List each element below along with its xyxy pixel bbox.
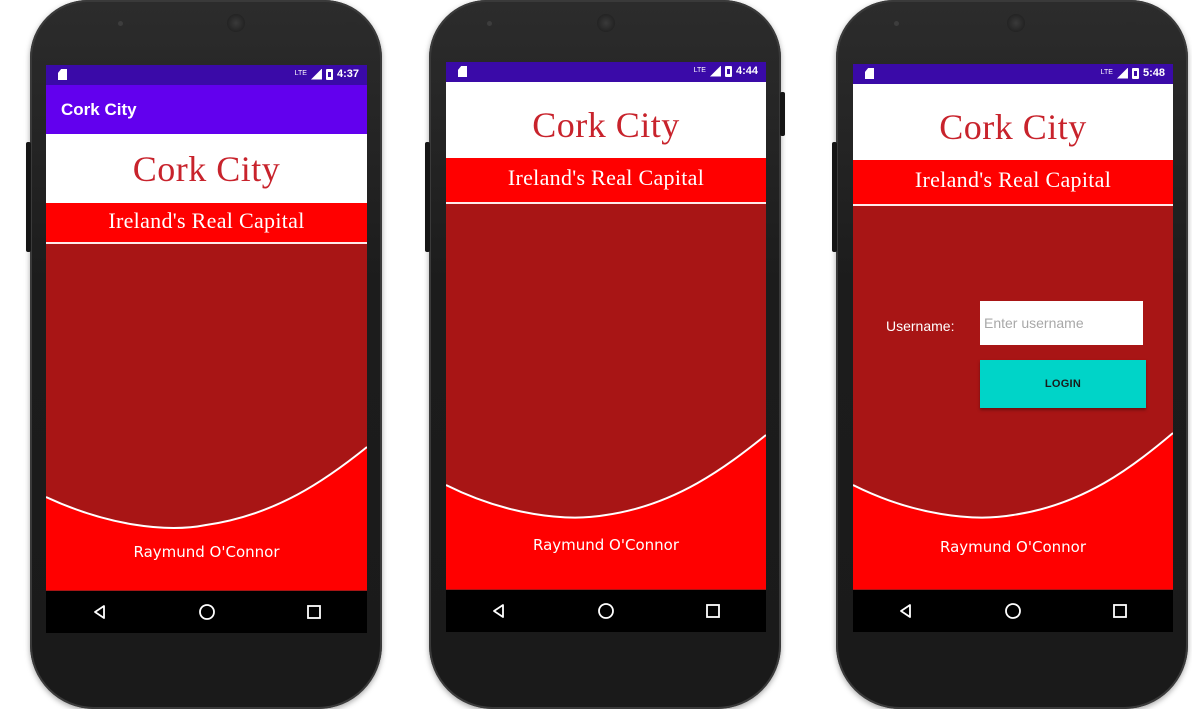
proximity-sensor bbox=[346, 22, 356, 25]
nav-bar bbox=[853, 590, 1173, 632]
recents-icon[interactable] bbox=[698, 596, 728, 626]
earpiece-speaker bbox=[597, 14, 615, 32]
status-time: 4:37 bbox=[336, 68, 359, 80]
signal-icon bbox=[709, 65, 721, 77]
phone-3: LTE 5:48 Cork City Ireland's Real Capita… bbox=[832, 0, 1188, 709]
front-camera bbox=[894, 21, 899, 26]
proximity-sensor bbox=[1126, 22, 1136, 25]
phone-1: LTE 4:37 Cork City Cork City Ireland's R… bbox=[26, 0, 382, 709]
sd-card-icon bbox=[458, 66, 467, 77]
home-icon[interactable] bbox=[591, 596, 621, 626]
banner-divider bbox=[446, 202, 766, 204]
battery-icon bbox=[325, 68, 333, 80]
screen: LTE 4:44 Cork City Ireland's Real Capita… bbox=[446, 62, 766, 632]
status-time: 4:44 bbox=[735, 65, 758, 77]
title-header: Cork City bbox=[46, 134, 367, 203]
recents-icon[interactable] bbox=[1105, 596, 1135, 626]
power-button[interactable] bbox=[425, 142, 430, 252]
screen: LTE 4:37 Cork City Cork City Ireland's R… bbox=[46, 65, 367, 633]
home-icon[interactable] bbox=[192, 597, 222, 627]
signal-icon bbox=[310, 68, 322, 80]
subtitle-banner: Ireland's Real Capital bbox=[446, 158, 766, 202]
author-name: Raymund O'Connor bbox=[532, 536, 679, 554]
home-icon[interactable] bbox=[998, 596, 1028, 626]
lte-label: LTE bbox=[294, 70, 307, 77]
wave-curve bbox=[46, 446, 367, 590]
login-button[interactable]: LOGIN bbox=[980, 360, 1146, 408]
phone-2: LTE 4:44 Cork City Ireland's Real Capita… bbox=[425, 0, 785, 709]
back-icon[interactable] bbox=[891, 596, 921, 626]
app-bar-title: Cork City bbox=[61, 100, 137, 119]
earpiece-speaker bbox=[1007, 14, 1025, 32]
recents-icon[interactable] bbox=[299, 597, 329, 627]
back-icon[interactable] bbox=[85, 597, 115, 627]
front-camera bbox=[118, 21, 123, 26]
volume-button[interactable] bbox=[780, 92, 785, 136]
nav-bar bbox=[46, 591, 367, 633]
front-camera bbox=[487, 21, 492, 26]
username-label: Username: bbox=[886, 318, 955, 334]
page-subtitle: Ireland's Real Capital bbox=[507, 165, 705, 190]
status-bar: LTE 4:44 bbox=[446, 62, 766, 82]
status-bar: LTE 4:37 bbox=[46, 65, 367, 85]
lte-label: LTE bbox=[693, 67, 706, 74]
screen: LTE 5:48 Cork City Ireland's Real Capita… bbox=[853, 64, 1173, 632]
wave-curve bbox=[853, 432, 1173, 589]
title-header: Cork City bbox=[446, 82, 766, 158]
power-button[interactable] bbox=[26, 142, 31, 252]
earpiece-speaker bbox=[227, 14, 245, 32]
proximity-sensor bbox=[719, 22, 729, 25]
username-input[interactable] bbox=[980, 301, 1143, 345]
app-bar: Cork City bbox=[46, 85, 367, 134]
banner-divider bbox=[46, 242, 367, 244]
page-title: Cork City bbox=[532, 105, 680, 145]
nav-bar bbox=[446, 590, 766, 632]
wave-curve bbox=[446, 434, 766, 589]
sd-card-icon bbox=[58, 69, 67, 80]
author-name: Raymund O'Connor bbox=[939, 538, 1086, 556]
author-name: Raymund O'Connor bbox=[133, 543, 280, 561]
subtitle-banner: Ireland's Real Capital bbox=[46, 203, 367, 242]
battery-icon bbox=[724, 65, 732, 77]
power-button[interactable] bbox=[832, 142, 837, 252]
page-title: Cork City bbox=[132, 149, 281, 189]
back-icon[interactable] bbox=[484, 596, 514, 626]
page-subtitle: Ireland's Real Capital bbox=[108, 208, 305, 233]
